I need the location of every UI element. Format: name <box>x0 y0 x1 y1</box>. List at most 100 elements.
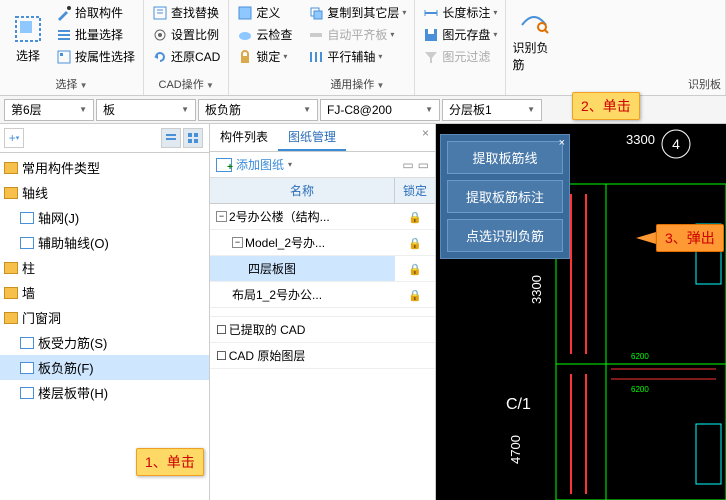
col-lock: 锁定 <box>395 178 435 203</box>
element-save[interactable]: 图元存盘 ▾ <box>419 24 501 45</box>
chevron-down-icon[interactable]: ▾ <box>493 30 497 39</box>
lock[interactable]: 锁定 ▾ <box>233 46 296 67</box>
level-icon <box>308 27 324 43</box>
cloud-check[interactable]: 云检查 <box>233 24 296 45</box>
extract-rebar-line[interactable]: 提取板筋线 <box>447 141 563 174</box>
svg-text:3300: 3300 <box>529 275 544 304</box>
chevron-down-icon[interactable]: ▾ <box>288 160 292 169</box>
batch-select[interactable]: 批量选择 <box>52 24 139 45</box>
nav-add[interactable]: +▾ <box>4 128 24 148</box>
recognize-negative-rebar[interactable]: 识别负筋 <box>510 2 558 75</box>
set-scale[interactable]: 设置比例 <box>148 24 224 45</box>
click-recognize-negative[interactable]: 点选识别负筋 <box>447 219 563 252</box>
select-button[interactable]: 选择 <box>4 2 52 75</box>
copy-to-layer[interactable]: 复制到其它层 ▾ <box>304 2 410 23</box>
pick-component[interactable]: 拾取构件 <box>52 2 139 23</box>
chevron-down-icon[interactable]: ▾ <box>493 8 497 17</box>
layer-dropdown[interactable]: 分层板1▼ <box>442 99 542 121</box>
lock-icon[interactable] <box>408 262 422 276</box>
add-drawing[interactable]: 添加图纸 <box>236 156 284 173</box>
row-name: 四层板图 <box>248 260 296 277</box>
property-icon <box>56 49 72 65</box>
table-row[interactable]: −Model_2号办... <box>210 230 435 256</box>
tree-item[interactable]: 楼层板带(H) <box>0 380 209 405</box>
expand-toggle[interactable]: − <box>232 237 243 248</box>
tree-item[interactable]: 柱 <box>0 255 209 280</box>
spec-dropdown[interactable]: FJ-C8@200▼ <box>320 99 440 121</box>
table-icon <box>237 5 253 21</box>
tree-item-label: 门窗洞 <box>22 308 61 327</box>
parallel-axis[interactable]: 平行辅轴 ▾ <box>304 46 410 67</box>
select-by-property[interactable]: 按属性选择 <box>52 46 139 67</box>
annotation-3-pointer <box>636 232 656 244</box>
auto-level-slab: 自动平齐板 ▾ <box>304 24 410 45</box>
svg-text:6200: 6200 <box>631 385 649 394</box>
lock-icon[interactable] <box>408 288 422 302</box>
ribbon: 选择 拾取构件 批量选择 按属性选择 选择 ▼ 查找替换 设置比例 还原CAD … <box>0 0 726 96</box>
drawing-panel: 构件列表 图纸管理 × 添加图纸 ▾ ▭ ▭ 名称 锁定 −2号办公楼（结构..… <box>210 124 436 500</box>
subtype-dropdown[interactable]: 板负筋▼ <box>198 99 318 121</box>
restore-cad[interactable]: 还原CAD <box>148 46 224 67</box>
tree-item[interactable]: 轴线 <box>0 180 209 205</box>
chevron-down-icon[interactable]: ▾ <box>402 8 406 17</box>
table-row[interactable]: ☐已提取的 CAD <box>210 317 435 343</box>
lock-icon <box>237 49 253 65</box>
ribbon-group-def: 定义 云检查 锁定 ▾ <box>229 0 300 95</box>
navigation-panel: +▾ 常用构件类型轴线轴网(J) 辅助轴线(O) 柱墙门窗洞板受力筋(S)板负筋(F… <box>0 124 210 500</box>
element-filter: 图元过滤 <box>419 46 501 67</box>
popup-close[interactable]: × <box>559 137 565 149</box>
type-dropdown[interactable]: 板▼ <box>96 99 196 121</box>
tab-drawing-manage[interactable]: 图纸管理 <box>278 124 346 151</box>
extract-rebar-label[interactable]: 提取板筋标注 <box>447 180 563 213</box>
tree-item[interactable]: 板受力筋(S) <box>0 330 209 355</box>
ribbon-group-dim: 长度标注 ▾ 图元存盘 ▾ 图元过滤 <box>415 0 506 95</box>
toolbar-extra2[interactable]: ▭ <box>418 158 429 172</box>
chevron-down-icon: ▼ <box>527 105 535 114</box>
expand-toggle[interactable]: − <box>216 211 227 222</box>
tree-item-label: 常用构件类型 <box>22 158 100 177</box>
eyedropper-icon <box>56 5 72 21</box>
panel-close[interactable]: × <box>416 124 435 151</box>
group-title-select: 选择 <box>55 79 77 91</box>
lock-icon[interactable] <box>408 210 422 224</box>
svg-text:3300: 3300 <box>626 132 655 147</box>
tree-item[interactable]: 辅助轴线(O) <box>0 230 209 255</box>
length-dim[interactable]: 长度标注 ▾ <box>419 2 501 23</box>
define[interactable]: 定义 <box>233 2 296 23</box>
tree-item[interactable]: 门窗洞 <box>0 305 209 330</box>
tree-item[interactable]: 常用构件类型 <box>0 155 209 180</box>
col-name: 名称 <box>210 178 395 203</box>
table-row[interactable]: ☐CAD 原始图层 <box>210 343 435 369</box>
row-name: 已提取的 CAD <box>229 321 306 338</box>
cad-viewport[interactable]: × 提取板筋线 提取板筋标注 点选识别负筋 4 3300 3300 C/1 47… <box>436 124 726 500</box>
chevron-down-icon[interactable]: ▾ <box>378 52 382 61</box>
chevron-down-icon: ▾ <box>390 30 394 39</box>
tab-component-list[interactable]: 构件列表 <box>210 124 278 151</box>
svg-text:6200: 6200 <box>631 352 649 361</box>
nav-view1[interactable] <box>161 128 181 148</box>
chevron-down-icon: ▼ <box>181 105 189 114</box>
svg-text:4700: 4700 <box>508 435 523 464</box>
tree-item[interactable]: 轴网(J) <box>0 205 209 230</box>
tree-item[interactable]: 墙 <box>0 280 209 305</box>
chevron-down-icon[interactable]: ▼ <box>374 81 384 90</box>
find-replace[interactable]: 查找替换 <box>148 2 224 23</box>
lock-icon[interactable] <box>408 236 422 250</box>
nav-toolbar: +▾ <box>0 124 209 153</box>
table-row[interactable]: 四层板图 <box>210 256 435 282</box>
table-row[interactable] <box>210 308 435 317</box>
table-row[interactable]: 布局1_2号办公... <box>210 282 435 308</box>
svg-text:C/1: C/1 <box>506 396 531 413</box>
chevron-down-icon[interactable]: ▼ <box>77 81 87 90</box>
checkbox[interactable]: ☐ <box>216 349 227 363</box>
table-row[interactable]: −2号办公楼（结构... <box>210 204 435 230</box>
chevron-down-icon[interactable]: ▼ <box>204 81 214 90</box>
tree-item-label: 轴线 <box>22 183 48 202</box>
floor-dropdown[interactable]: 第6层▼ <box>4 99 94 121</box>
nav-view2[interactable] <box>183 128 203 148</box>
checkbox[interactable]: ☐ <box>216 323 227 337</box>
chevron-down-icon[interactable]: ▾ <box>283 52 287 61</box>
toolbar-extra1[interactable]: ▭ <box>402 158 413 172</box>
tree-item[interactable]: 板负筋(F) <box>0 355 209 380</box>
tree-item-label: 辅助轴线(O) <box>38 233 109 252</box>
